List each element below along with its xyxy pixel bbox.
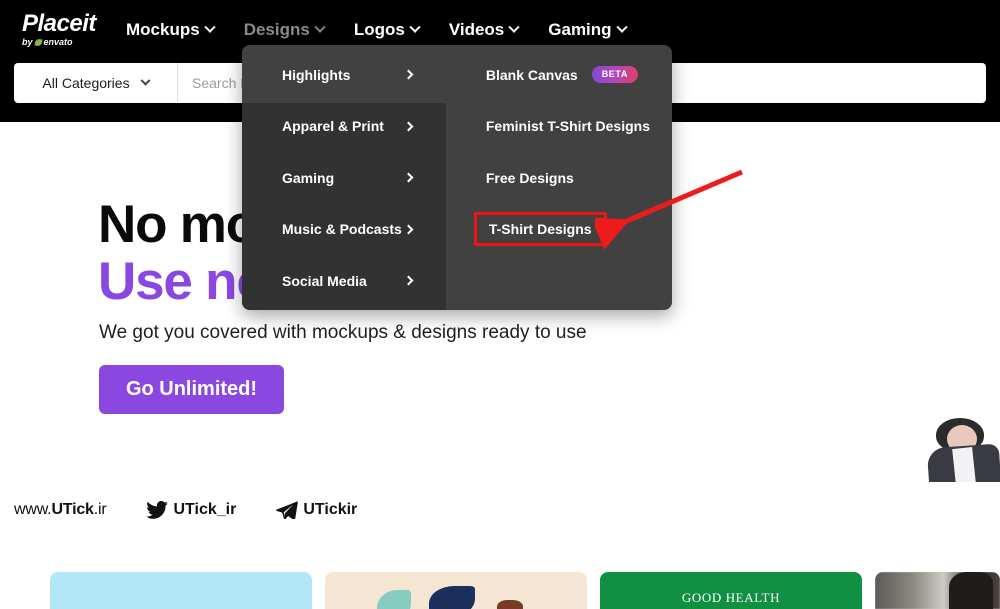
placeit-logo[interactable]: Placeit by envato bbox=[22, 12, 102, 52]
menu-category-label: Social Media bbox=[282, 272, 367, 289]
chevron-down-icon bbox=[140, 75, 151, 86]
chevron-down-icon bbox=[615, 21, 628, 33]
logo-byline-prefix: by bbox=[22, 37, 33, 47]
chevron-down-icon bbox=[314, 21, 326, 33]
nav-label-videos: Videos bbox=[448, 20, 505, 39]
menu-category-label: Gaming bbox=[282, 169, 335, 186]
watermark-telegram-handle: UTickir bbox=[303, 501, 358, 518]
menu-category-highlights[interactable]: Highlights bbox=[242, 49, 444, 101]
menu-category-label: Apparel & Print bbox=[282, 118, 384, 135]
nav-item-gaming[interactable]: Gaming bbox=[540, 16, 647, 44]
nav-item-designs[interactable]: Designs bbox=[236, 16, 346, 44]
template-card-3[interactable]: GOOD HEALTH bbox=[600, 572, 862, 609]
template-card-2[interactable] bbox=[325, 572, 587, 609]
menu-item-label: T-Shirt Designs bbox=[473, 212, 607, 247]
watermark-twitter: UTick_ir bbox=[146, 501, 236, 519]
telegram-plane-icon bbox=[276, 501, 299, 519]
menu-category-music-podcasts[interactable]: Music & Podcasts bbox=[242, 204, 444, 256]
chevron-right-icon bbox=[403, 121, 414, 132]
template-card-1[interactable] bbox=[50, 572, 312, 609]
logo-wordmark: Placeit bbox=[22, 10, 96, 37]
chevron-right-icon bbox=[403, 224, 414, 235]
hero-subtitle: We got you covered with mockups & design… bbox=[99, 322, 587, 343]
nav-label-designs: Designs bbox=[243, 20, 310, 39]
watermark-url-suffix: .ir bbox=[93, 501, 107, 518]
mega-menu-categories: Highlights Apparel & Print Gaming Music … bbox=[242, 45, 446, 310]
menu-category-gaming[interactable]: Gaming bbox=[242, 152, 444, 204]
category-dropdown[interactable]: All Categories bbox=[14, 63, 178, 103]
menu-item-blank-canvas[interactable]: Blank Canvas BETA bbox=[444, 49, 672, 101]
logo-byline-brand: envato bbox=[43, 37, 73, 47]
watermark-url-main: UTick bbox=[51, 501, 94, 518]
beta-badge: BETA bbox=[591, 66, 638, 84]
nav-item-videos[interactable]: Videos bbox=[441, 16, 540, 44]
twitter-bird-icon bbox=[146, 501, 169, 519]
menu-item-feminist-tshirt-designs[interactable]: Feminist T-Shirt Designs bbox=[444, 101, 672, 153]
go-unlimited-button[interactable]: Go Unlimited! bbox=[99, 365, 284, 414]
menu-item-label: Free Designs bbox=[485, 169, 574, 186]
leaf-icon bbox=[33, 38, 43, 47]
watermark-telegram: UTickir bbox=[276, 501, 357, 519]
card-4-person-hair bbox=[949, 572, 993, 609]
menu-category-label: Music & Podcasts bbox=[282, 221, 402, 238]
watermark-website: www.UTick.ir bbox=[14, 501, 107, 519]
logo-byline: by envato bbox=[22, 37, 102, 48]
menu-category-apparel-print[interactable]: Apparel & Print bbox=[242, 101, 444, 153]
page-root: Placeit by envato Mockups Designs Logos … bbox=[0, 0, 1000, 609]
chevron-right-icon bbox=[403, 275, 414, 286]
nav-label-mockups: Mockups bbox=[126, 20, 200, 39]
annotation-arrow-icon bbox=[595, 169, 743, 250]
watermark-url-prefix: www. bbox=[14, 501, 52, 518]
nav-item-mockups[interactable]: Mockups bbox=[118, 16, 236, 44]
chevron-down-icon bbox=[508, 21, 520, 33]
nav-label-gaming: Gaming bbox=[548, 20, 612, 39]
card-leaf-shape-a bbox=[377, 590, 411, 609]
hero-person-photo bbox=[914, 418, 1000, 482]
chevron-right-icon bbox=[403, 69, 414, 80]
photo-shirt bbox=[952, 447, 976, 482]
menu-item-label: Feminist T-Shirt Designs bbox=[485, 118, 650, 135]
chevron-down-icon bbox=[204, 21, 216, 33]
watermark-bar: www.UTick.ir UTick_ir UTickir bbox=[0, 484, 1000, 536]
chevron-right-icon bbox=[403, 172, 414, 183]
nav-item-logos[interactable]: Logos bbox=[346, 16, 441, 44]
main-nav: Mockups Designs Logos Videos Gaming bbox=[118, 16, 648, 44]
watermark-twitter-handle: UTick_ir bbox=[173, 501, 237, 518]
template-cards-row: GOOD HEALTH bbox=[0, 572, 1000, 609]
category-dropdown-label: All Categories bbox=[42, 75, 130, 91]
nav-label-logos: Logos bbox=[353, 20, 405, 39]
menu-item-label: Blank Canvas bbox=[485, 66, 578, 83]
chevron-down-icon bbox=[409, 21, 421, 33]
card-3-title: GOOD HEALTH bbox=[681, 590, 781, 605]
card-leaf-shape-b bbox=[429, 586, 475, 609]
menu-category-label: Highlights bbox=[282, 66, 351, 83]
card-leaf-shape-c bbox=[497, 600, 523, 609]
menu-category-social-media[interactable]: Social Media bbox=[242, 255, 444, 307]
template-card-4[interactable] bbox=[875, 572, 1000, 609]
